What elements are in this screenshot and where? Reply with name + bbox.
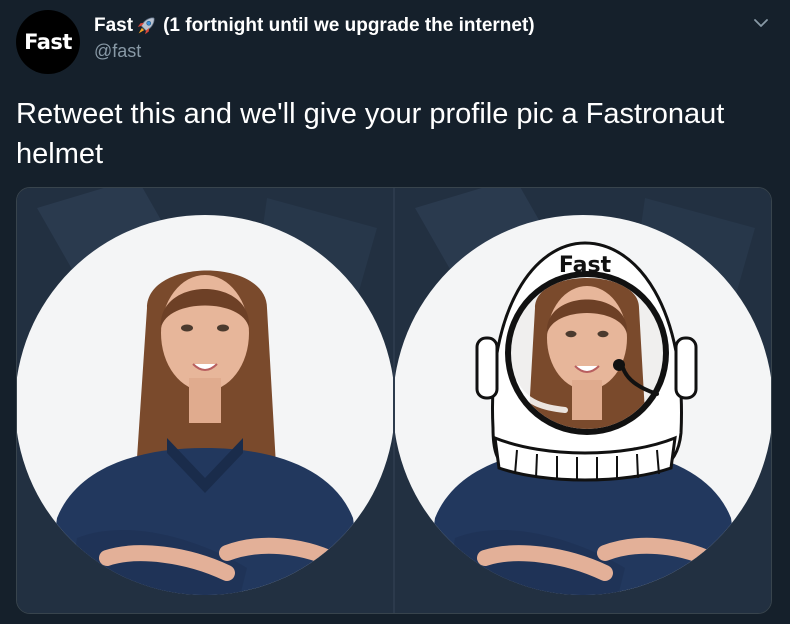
media-photo-original[interactable] <box>17 188 393 613</box>
original-photo-image <box>17 188 393 613</box>
handle[interactable]: @fast <box>94 39 750 63</box>
rocket-icon <box>137 17 155 35</box>
media-photo-helmet[interactable]: Fast <box>393 188 771 613</box>
helmet-label: Fast <box>559 253 612 278</box>
avatar[interactable]: Fast <box>16 10 80 74</box>
display-name[interactable]: Fast <box>94 14 133 38</box>
helmet-photo-image: Fast <box>395 188 771 613</box>
chevron-down-icon[interactable] <box>752 14 770 32</box>
display-name-suffix: (1 fortnight until we upgrade the intern… <box>163 15 535 36</box>
avatar-logo-text: Fast <box>24 30 72 54</box>
tweet: Fast Fast (1 fortnight until we upgrade … <box>0 0 790 624</box>
tweet-text: Retweet this and we'll give your profile… <box>16 98 725 170</box>
display-name-row[interactable]: Fast (1 fortnight until we upgrade the i… <box>94 14 750 38</box>
media-grid: Fast <box>16 187 772 614</box>
tweet-header: Fast (1 fortnight until we upgrade the i… <box>94 14 750 63</box>
